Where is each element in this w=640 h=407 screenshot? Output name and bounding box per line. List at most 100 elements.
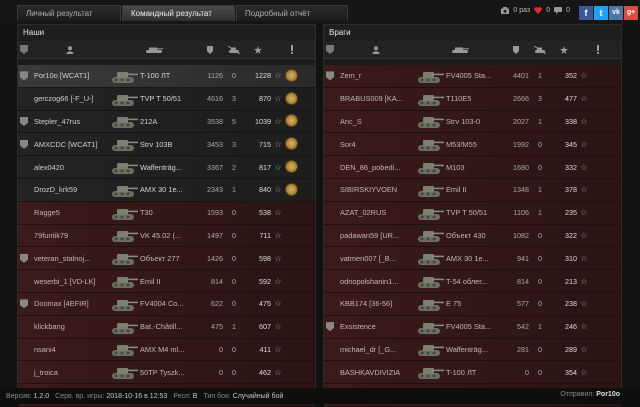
xp-col-icon[interactable]: [551, 45, 577, 54]
heart-icon[interactable]: [534, 7, 542, 14]
player-row[interactable]: weserbi_1 [VD-LK] Emil II 814 0 592 ☆: [18, 270, 315, 293]
player-name[interactable]: Por10o [WCAT1]: [30, 71, 110, 80]
player-row[interactable]: odnopolshanin1... T-54 облег... 814 0 213 ☆: [324, 270, 621, 293]
star-icon: ☆: [274, 208, 282, 218]
twitter-icon[interactable]: t: [594, 6, 608, 20]
player-name[interactable]: odnopolshanin1...: [336, 277, 416, 286]
kills-col-icon[interactable]: [223, 45, 245, 54]
player-row[interactable]: BASHKAVDIVIZIA T-100 ЛТ 0 0 354 ☆: [324, 361, 621, 385]
damage-col-icon[interactable]: [197, 45, 223, 54]
vk-icon[interactable]: vk: [609, 6, 623, 20]
player-row[interactable]: Ragge5 T30 1593 0 538 ☆: [18, 201, 315, 225]
tank-icon: [416, 340, 444, 358]
xp-value: 246: [565, 322, 577, 332]
tank-col-icon[interactable]: [110, 46, 197, 54]
player-name[interactable]: AZAT_02RUS: [336, 208, 416, 217]
player-row[interactable]: BRABUS009 [KA... T110E5 2666 3 477 ☆: [324, 87, 621, 111]
player-row[interactable]: michael_dr [_G... Waffenträg... 281 0 289 ☆: [324, 338, 621, 362]
tab-team-result[interactable]: Командный результат: [122, 5, 235, 21]
kills-value: 0: [538, 139, 542, 149]
player-row[interactable]: Por10o [WCAT1] T-100 ЛТ 1126 0 1228 ☆: [18, 65, 315, 88]
player-name[interactable]: klickbang: [30, 322, 110, 331]
rank-col-icon[interactable]: [324, 45, 336, 54]
player-name[interactable]: padawan59 [UR...: [336, 231, 416, 240]
xp-value: 411: [259, 344, 271, 354]
player-name[interactable]: alex0420: [30, 163, 110, 172]
xp-value: 1039: [255, 116, 271, 126]
medal-icon[interactable]: [285, 160, 299, 174]
player-name[interactable]: gerczog66 [-F_U-]: [30, 94, 110, 103]
player-row[interactable]: AZAT_02RUS TVP T 50/51 1106 1 235 ☆: [324, 201, 621, 225]
player-name[interactable]: vatmen007 [_B...: [336, 254, 416, 263]
player-row[interactable]: DEN_86_pobedi... M103 1680 0 332 ☆: [324, 156, 621, 179]
player-name[interactable]: BRABUS009 [KA...: [336, 94, 416, 103]
player-name[interactable]: nsani4: [30, 345, 110, 354]
damage-value: 1992: [513, 139, 529, 149]
medal-icon[interactable]: [285, 182, 299, 197]
star-icon: ☆: [274, 344, 282, 354]
player-row[interactable]: 79funtik79 VK 45.02 (... 1497 0 711 ☆: [18, 224, 315, 248]
player-name[interactable]: j_troica: [30, 368, 110, 377]
player-row[interactable]: Zem_r FV4005 Sta... 4401 1 352 ☆: [324, 65, 621, 88]
player-name[interactable]: Stepler_47rus: [30, 117, 110, 126]
player-row[interactable]: Sor4 M53/M55 1992 0 345 ☆: [324, 133, 621, 157]
player-name[interactable]: Anc_S: [336, 117, 416, 126]
medal-slot: [591, 228, 605, 242]
kills-col-icon[interactable]: [529, 45, 551, 54]
player-row[interactable]: Stepler_47rus 212A 3538 5 1039 ☆: [18, 110, 315, 134]
medal-icon[interactable]: [285, 114, 299, 128]
player-name[interactable]: BASHKAVDIVIZIA: [336, 368, 416, 377]
star-icon: ☆: [580, 208, 588, 218]
player-name[interactable]: Sor4: [336, 140, 416, 149]
player-name[interactable]: michael_dr [_G...: [336, 345, 416, 354]
medal-icon[interactable]: [285, 91, 299, 106]
player-row[interactable]: alex0420 Waffenträg... 3367 2 817 ☆: [18, 156, 315, 179]
player-name[interactable]: weserbi_1 [VD-LK]: [30, 277, 110, 286]
comment-icon[interactable]: [554, 7, 563, 14]
player-row[interactable]: j_troica 50TP Tyszk... 0 0 462 ☆: [18, 361, 315, 385]
player-name[interactable]: SIBIRSKIYVOEN: [336, 185, 416, 194]
player-name[interactable]: KBB174 [36-56]: [336, 299, 416, 308]
player-row[interactable]: DrozD_krk59 AMX 30 1e... 2343 1 840 ☆: [18, 178, 315, 202]
tab-detailed-report[interactable]: Подробный отчёт: [236, 5, 348, 21]
facebook-icon[interactable]: f: [579, 6, 593, 20]
player-name[interactable]: DEN_86_pobedi...: [336, 163, 416, 172]
player-row[interactable]: KBB174 [36-56] E 75 577 0 238 ☆: [324, 292, 621, 316]
player-col-icon[interactable]: [336, 45, 416, 54]
player-row[interactable]: SIBIRSKIYVOEN Emil II 1348 1 378 ☆: [324, 178, 621, 202]
player-row[interactable]: nsani4 AMX M4 ml... 0 0 411 ☆: [18, 338, 315, 362]
tab-personal-result[interactable]: Личный результат: [17, 5, 121, 21]
xp-col-icon[interactable]: [245, 45, 271, 54]
player-row[interactable]: Anc_S Strv 103-0 2027 1 338 ☆: [324, 110, 621, 134]
player-row[interactable]: klickbang Bat.-Châtill... 475 1 607 ☆: [18, 315, 315, 339]
player-name[interactable]: 79funtik79: [30, 231, 110, 240]
player-row[interactable]: vatmen007 [_B... AMX 30 1e... 941 0 310 ☆: [324, 247, 621, 271]
player-name[interactable]: DrozD_krk59: [30, 185, 110, 194]
player-name[interactable]: Ragge5: [30, 208, 110, 217]
medal-icon[interactable]: [285, 68, 299, 83]
player-row[interactable]: Doomax [4EFIR] FV4004 Co... 622 0 475 ☆: [18, 292, 315, 316]
damage-col-icon[interactable]: [503, 45, 529, 54]
player-row[interactable]: padawan59 [UR... Объект 430 1082 0 322 ☆: [324, 224, 621, 248]
player-row[interactable]: gerczog66 [-F_U-] TVP T 50/51 4616 3 870 ☆: [18, 87, 315, 111]
player-row[interactable]: veteran_stalnoj... Объект 277 1426 0 598 ☆: [18, 247, 315, 271]
allies-panel: Наши Por10o [WCAT1] T-100 ЛТ 1126 0 1228 ☆ ger…: [17, 24, 316, 407]
kills-value: 0: [538, 230, 542, 240]
achievements-col-icon[interactable]: [591, 45, 605, 54]
achievements-col-icon[interactable]: [285, 45, 299, 54]
comments-count: 0: [566, 7, 570, 14]
tank-icon: [416, 318, 444, 336]
player-name[interactable]: veteran_stalnoj...: [30, 254, 110, 263]
rank-col-icon[interactable]: [18, 45, 30, 54]
medal-icon[interactable]: [285, 137, 299, 151]
rank-badge: [18, 139, 30, 149]
google-plus-icon[interactable]: g+: [624, 6, 638, 20]
player-row[interactable]: Exsistence FV4005 Sta... 542 1 246 ☆: [324, 315, 621, 339]
player-name[interactable]: Exsistence: [336, 322, 416, 331]
tank-col-icon[interactable]: [416, 46, 503, 54]
player-name[interactable]: AMXCDC [WCAT1]: [30, 140, 110, 149]
player-name[interactable]: Doomax [4EFIR]: [30, 299, 110, 308]
player-col-icon[interactable]: [30, 45, 110, 54]
player-name[interactable]: Zem_r: [336, 71, 416, 80]
player-row[interactable]: AMXCDC [WCAT1] Strv 103B 3453 3 715 ☆: [18, 133, 315, 157]
